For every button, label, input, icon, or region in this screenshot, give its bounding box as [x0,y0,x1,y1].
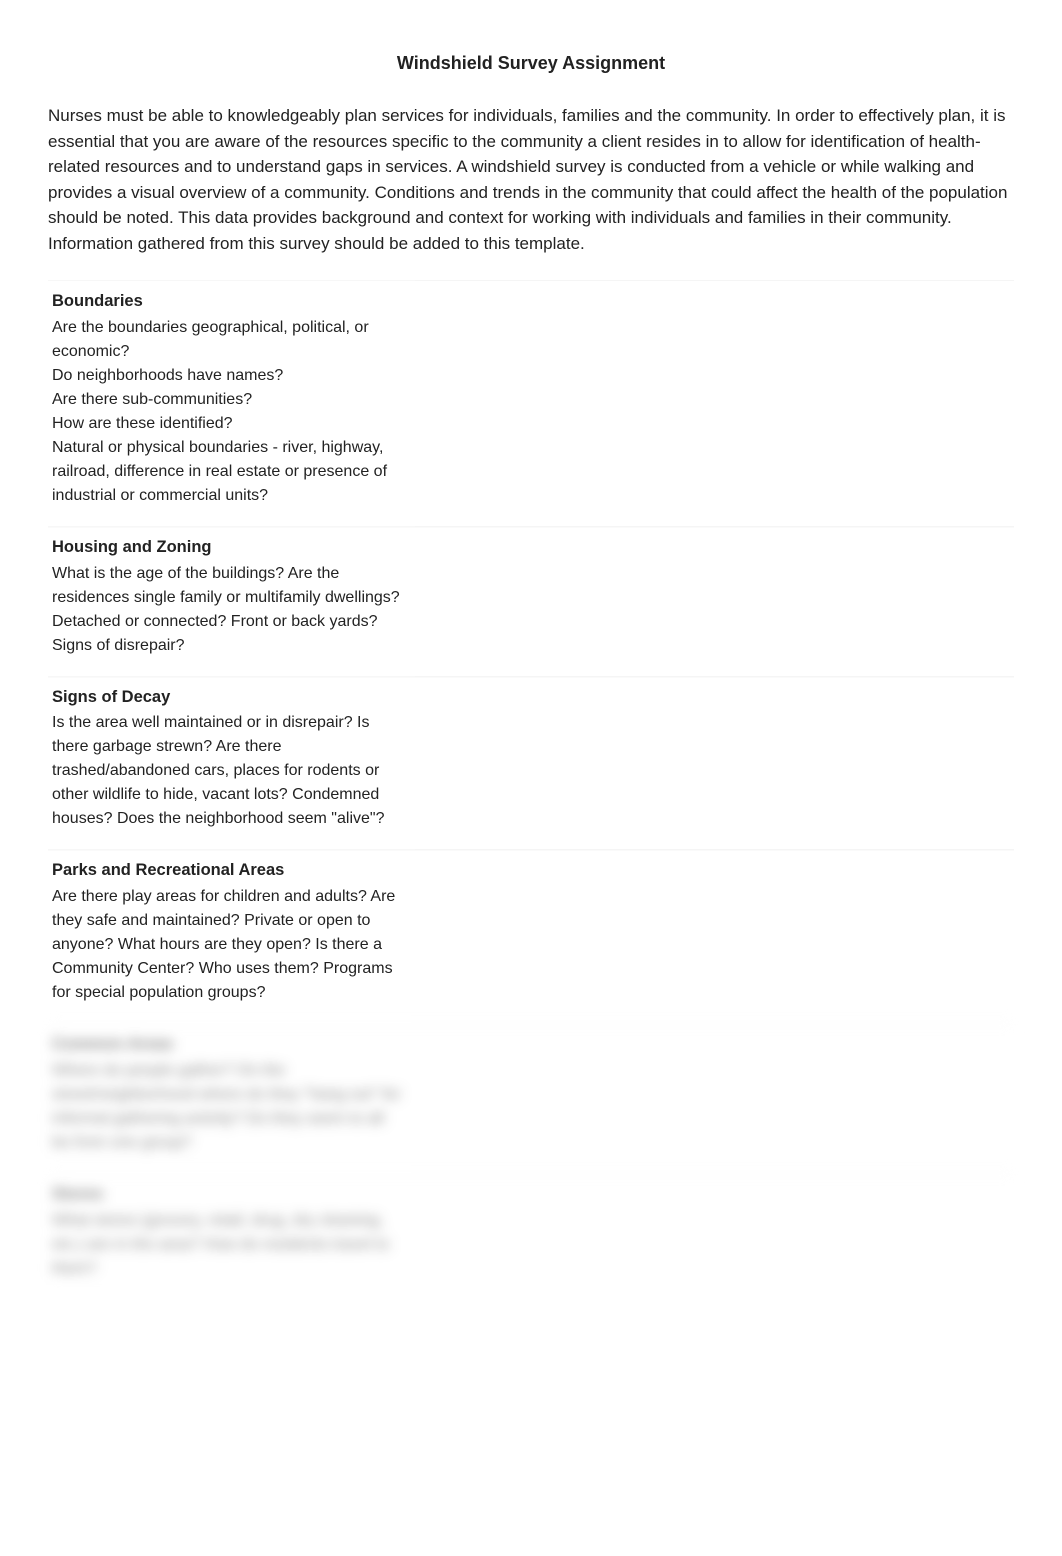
response-cell [415,1173,1014,1299]
response-cell [415,1023,1014,1173]
section-heading: Signs of Decay [52,685,405,710]
section-cell-decay: Signs of Decay Is the area well maintain… [48,676,415,850]
page-title: Windshield Survey Assignment [48,50,1014,77]
section-cell-common-areas: Common Areas Where do people gather? On … [48,1023,415,1173]
table-row: Signs of Decay Is the area well maintain… [48,676,1014,850]
response-cell[interactable] [415,849,1014,1023]
response-cell[interactable] [415,526,1014,676]
section-cell-boundaries: Boundaries Are the boundaries geographic… [48,280,415,526]
section-body: What is the age of the buildings? Are th… [52,562,405,658]
table-row: Stores What stores (grocery, retail, dru… [48,1173,1014,1299]
section-body: What stores (grocery, retail, drug, dry … [52,1209,405,1281]
section-heading: Stores [52,1182,405,1207]
section-cell-stores: Stores What stores (grocery, retail, dru… [48,1173,415,1299]
table-row: Boundaries Are the boundaries geographic… [48,280,1014,526]
table-row: Parks and Recreational Areas Are there p… [48,849,1014,1023]
table-row: Housing and Zoning What is the age of th… [48,526,1014,676]
response-cell[interactable] [415,280,1014,526]
section-cell-housing: Housing and Zoning What is the age of th… [48,526,415,676]
section-heading: Parks and Recreational Areas [52,858,405,883]
section-body: Are there play areas for children and ad… [52,885,405,1005]
section-body: Is the area well maintained or in disrep… [52,711,405,831]
response-cell[interactable] [415,676,1014,850]
section-body: Where do people gather? On the street/ne… [52,1059,405,1155]
table-row: Common Areas Where do people gather? On … [48,1023,1014,1173]
section-heading: Housing and Zoning [52,535,405,560]
intro-paragraph: Nurses must be able to knowledgeably pla… [48,103,1014,256]
section-heading: Common Areas [52,1032,405,1057]
section-body: Are the boundaries geographical, politic… [52,316,405,508]
section-heading: Boundaries [52,289,405,314]
section-cell-parks: Parks and Recreational Areas Are there p… [48,849,415,1023]
survey-table: Boundaries Are the boundaries geographic… [48,280,1014,1299]
